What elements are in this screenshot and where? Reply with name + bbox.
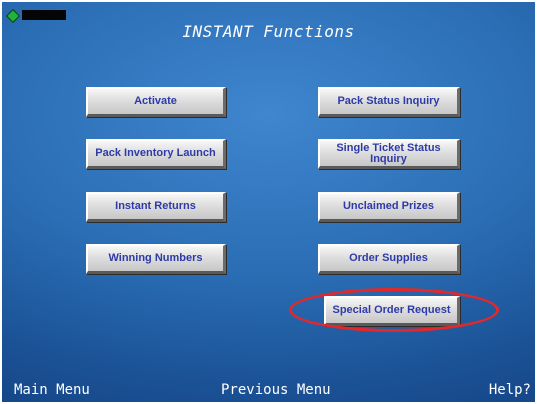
pack-status-inquiry-button[interactable]: Pack Status Inquiry [318, 87, 460, 117]
status-bar [22, 10, 66, 20]
single-ticket-status-inquiry-button[interactable]: Single Ticket Status Inquiry [318, 139, 460, 169]
main-menu-link[interactable]: Main Menu [14, 382, 90, 398]
order-supplies-button[interactable]: Order Supplies [318, 244, 460, 274]
pack-inventory-launch-button[interactable]: Pack Inventory Launch [86, 139, 226, 169]
previous-menu-link[interactable]: Previous Menu [221, 382, 331, 398]
green-diamond-icon [5, 8, 21, 24]
unclaimed-prizes-button[interactable]: Unclaimed Prizes [318, 192, 460, 222]
winning-numbers-button[interactable]: Winning Numbers [86, 244, 226, 274]
special-order-request-button[interactable]: Special Order Request [324, 296, 460, 326]
help-link[interactable]: Help? [489, 382, 531, 398]
page-title: INSTANT Functions [182, 22, 355, 41]
activate-button[interactable]: Activate [86, 87, 226, 117]
instant-returns-button[interactable]: Instant Returns [86, 192, 226, 222]
instant-functions-screen: INSTANT Functions Activate Pack Inventor… [2, 2, 535, 402]
